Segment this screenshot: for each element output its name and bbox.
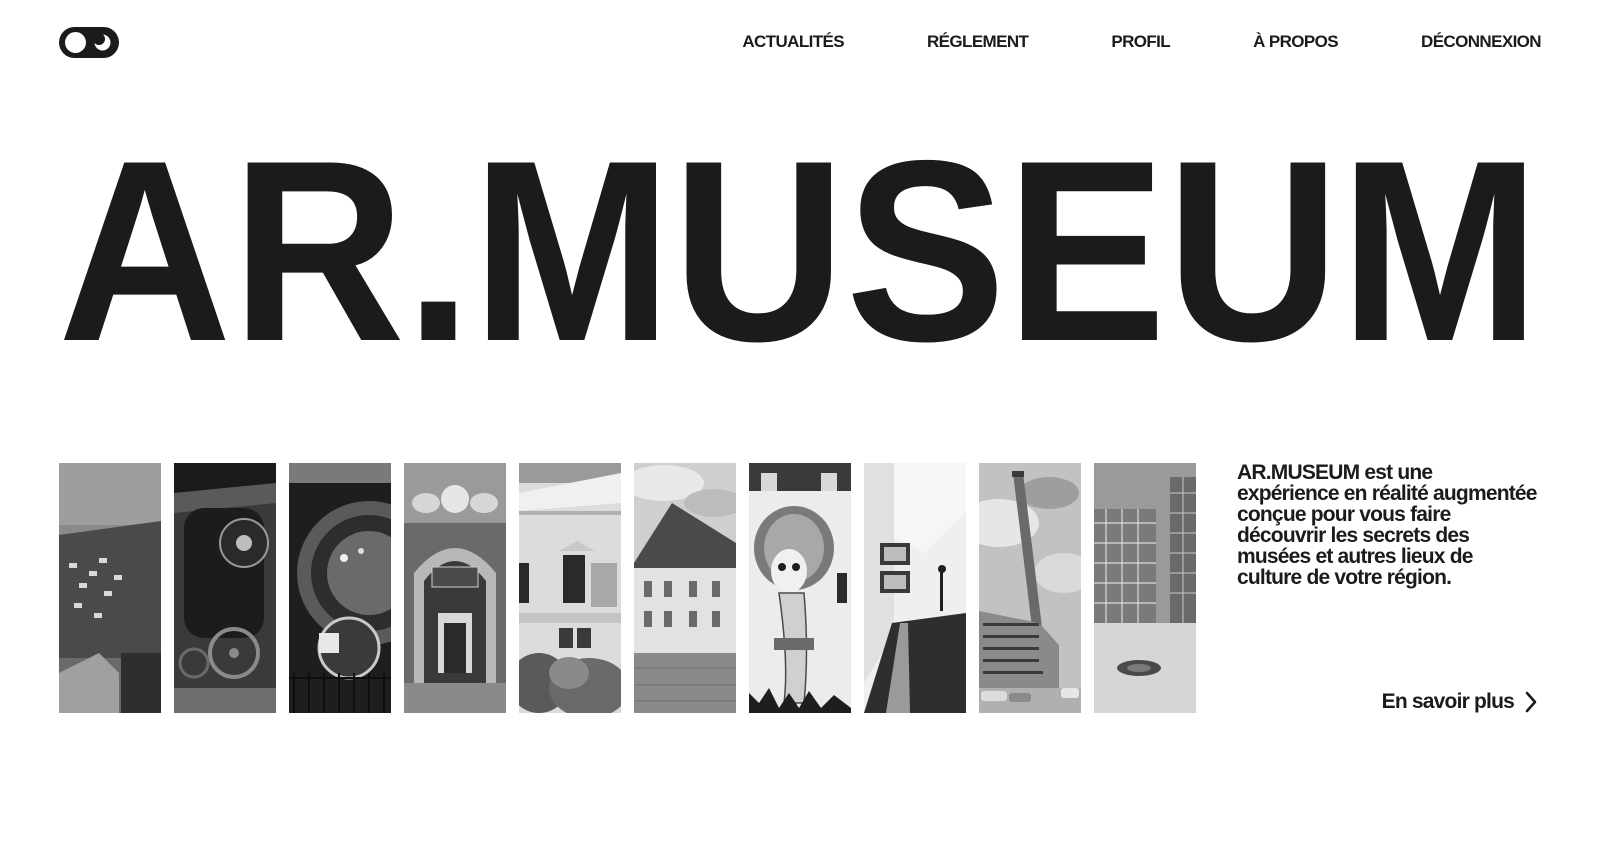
hero-title: AR.MUSEUM (58, 106, 1540, 395)
house-image (634, 463, 736, 713)
header: ACTUALITÉS RÉGLEMENT PROFIL À PROPOS DÉC… (59, 24, 1542, 62)
theme-toggle[interactable] (59, 27, 119, 58)
main-nav: ACTUALITÉS RÉGLEMENT PROFIL À PROPOS DÉC… (742, 32, 1541, 52)
chevron-right-icon (1525, 691, 1537, 713)
gallery-image-7[interactable] (749, 463, 851, 713)
brick-building-image (59, 463, 161, 713)
gallery-image-3[interactable] (289, 463, 391, 713)
moon-icon (93, 33, 111, 51)
hero: AR.MUSEUM (0, 96, 1600, 396)
gallery-image-2[interactable] (174, 463, 276, 713)
learn-more-label: En savoir plus (1381, 690, 1515, 713)
factory-chimney-image (979, 463, 1081, 713)
street-art-image (749, 463, 851, 713)
gallery-image-9[interactable] (979, 463, 1081, 713)
learn-more-link[interactable]: En savoir plus (1382, 690, 1538, 714)
nav-item-profil: PROFIL (1111, 32, 1170, 52)
nav-item-a-propos: À PROPOS (1253, 32, 1339, 52)
museum-entrance-image (404, 463, 506, 713)
nav-item-actualites: ACTUALITÉS (742, 32, 844, 52)
gallery-image-8[interactable] (864, 463, 966, 713)
nav-item-deconnexion: DÉCONNEXION (1421, 32, 1542, 52)
gallery-interior-image (864, 463, 966, 713)
toggle-knob (65, 32, 86, 53)
gallery-image-5[interactable] (519, 463, 621, 713)
gallery-image-4[interactable] (404, 463, 506, 713)
nav-link-reglement[interactable]: RÉGLEMENT (927, 32, 1029, 51)
nav-link-actualites[interactable]: ACTUALITÉS (742, 32, 844, 51)
turbine-image (289, 463, 391, 713)
page: ACTUALITÉS RÉGLEMENT PROFIL À PROPOS DÉC… (0, 0, 1600, 854)
gallery-image-10[interactable] (1094, 463, 1196, 713)
gallery-image-1[interactable] (59, 463, 161, 713)
nav-link-deconnexion[interactable]: DÉCONNEXION (1421, 32, 1542, 51)
modern-building-image (1094, 463, 1196, 713)
intro-description: AR.MUSEUM est une expérience en réalité … (1237, 461, 1537, 589)
locomotive-image (174, 463, 276, 713)
nav-link-profil[interactable]: PROFIL (1111, 32, 1170, 51)
museum-facade-image (519, 463, 621, 713)
image-gallery (59, 463, 1196, 713)
gallery-image-6[interactable] (634, 463, 736, 713)
nav-item-reglement: RÉGLEMENT (927, 32, 1029, 52)
nav-link-a-propos[interactable]: À PROPOS (1253, 32, 1339, 51)
hero-title-svg: AR.MUSEUM (58, 106, 1540, 395)
